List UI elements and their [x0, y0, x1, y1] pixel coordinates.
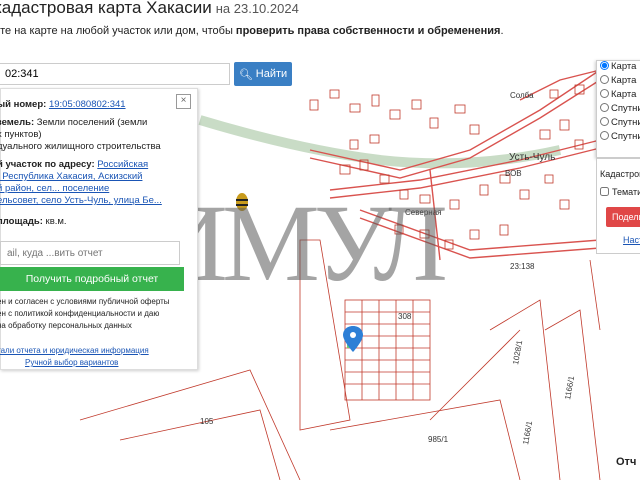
share-button[interactable]: Подели [606, 207, 640, 227]
cadastral-number-label: ый номер: [0, 99, 47, 110]
layer-radio-2[interactable] [600, 75, 609, 84]
map-label-23-138: 23:138 [510, 262, 535, 271]
page-subtitle: ите на карте на любой участок или дом, ч… [0, 25, 504, 37]
address-link-4[interactable]: ельсовет, село Усть-Чуль, улица Бе... [0, 195, 162, 207]
land-category-label: земель: [0, 117, 35, 128]
address-link-2[interactable]: , Республика Хакасия, Аскизский [0, 171, 142, 183]
layer-option-6[interactable]: Спутни [600, 131, 640, 145]
map-label-street-vov: ВОВ [505, 169, 522, 178]
map-label-1166a: 1166/1 [563, 375, 576, 401]
cadastral-number-link[interactable]: 19:05:080802:341 [49, 99, 126, 110]
report-corner-label: Отч [616, 456, 637, 468]
report-details-link[interactable]: тали отчета и юридическая информация [0, 346, 149, 356]
map-label-solba: Солба [510, 91, 534, 100]
area-label: площадь: [0, 216, 43, 227]
map-label-1166b: 1166/1 [521, 420, 534, 446]
email-field[interactable] [0, 241, 180, 265]
map-label-1028: 1028/1 [511, 339, 524, 365]
layer-radio-5[interactable] [600, 117, 609, 126]
consent-line-1: ен и согласен с условиями публичной офер… [0, 297, 170, 306]
cadastre-panel: Кадастрова Темати Подели Наст [596, 158, 640, 254]
parcel-info-panel: × ый номер: 19:05:080802:341 земель: Зем… [0, 88, 198, 370]
layer-switcher: Карта Карта Карта Спутни Спутни Спутни [596, 60, 640, 158]
get-report-button[interactable]: Получить подробный отчет [0, 267, 184, 291]
layer-option-5[interactable]: Спутни [600, 117, 640, 131]
layer-radio-6[interactable] [600, 131, 609, 140]
layer-option-2[interactable]: Карта [600, 75, 640, 89]
map-label-985: 985/1 [428, 435, 449, 444]
address-link-3[interactable]: й район, сел... поселение [0, 183, 109, 195]
thematic-checkbox[interactable] [600, 187, 609, 196]
land-use-line: дуального жилищного строительства [0, 141, 161, 152]
layer-radio-3[interactable] [600, 89, 609, 98]
settings-link[interactable]: Наст [623, 235, 640, 245]
layer-option-1[interactable]: Карта [600, 61, 640, 75]
thematic-toggle[interactable]: Темати [600, 187, 640, 197]
cadastre-label: Кадастрова [600, 169, 640, 179]
manual-select-link[interactable]: Ручной выбор вариантов [25, 358, 118, 368]
land-category-line: х пунктов) [0, 129, 42, 140]
layer-radio-4[interactable] [600, 103, 609, 112]
consent-line-2: ен с политикой конфиденциальности и даю [0, 309, 160, 318]
page-title: кадастровая карта Хакасии на 23.10.2024 [0, 0, 299, 17]
map-label-105: 105 [200, 417, 214, 426]
consent-line-3: на обработку персональных данных [0, 321, 132, 330]
map-label-308: 308 [398, 312, 412, 321]
close-icon[interactable]: × [176, 94, 191, 109]
cadastral-search-input[interactable] [0, 63, 230, 85]
map-label-village: Усть-Чуль [509, 152, 555, 163]
layer-radio-1[interactable] [600, 61, 609, 70]
page-header: кадастровая карта Хакасии на 23.10.2024 и… [0, 0, 640, 54]
map-date: на 23.10.2024 [215, 1, 299, 16]
search-button[interactable]: 🔍︎ Найти [234, 62, 292, 86]
address-label: й участок по адресу: [0, 159, 95, 170]
layer-option-4[interactable]: Спутни [600, 103, 640, 117]
search-icon: 🔍︎ [238, 68, 253, 81]
layer-option-3[interactable]: Карта [600, 89, 640, 103]
